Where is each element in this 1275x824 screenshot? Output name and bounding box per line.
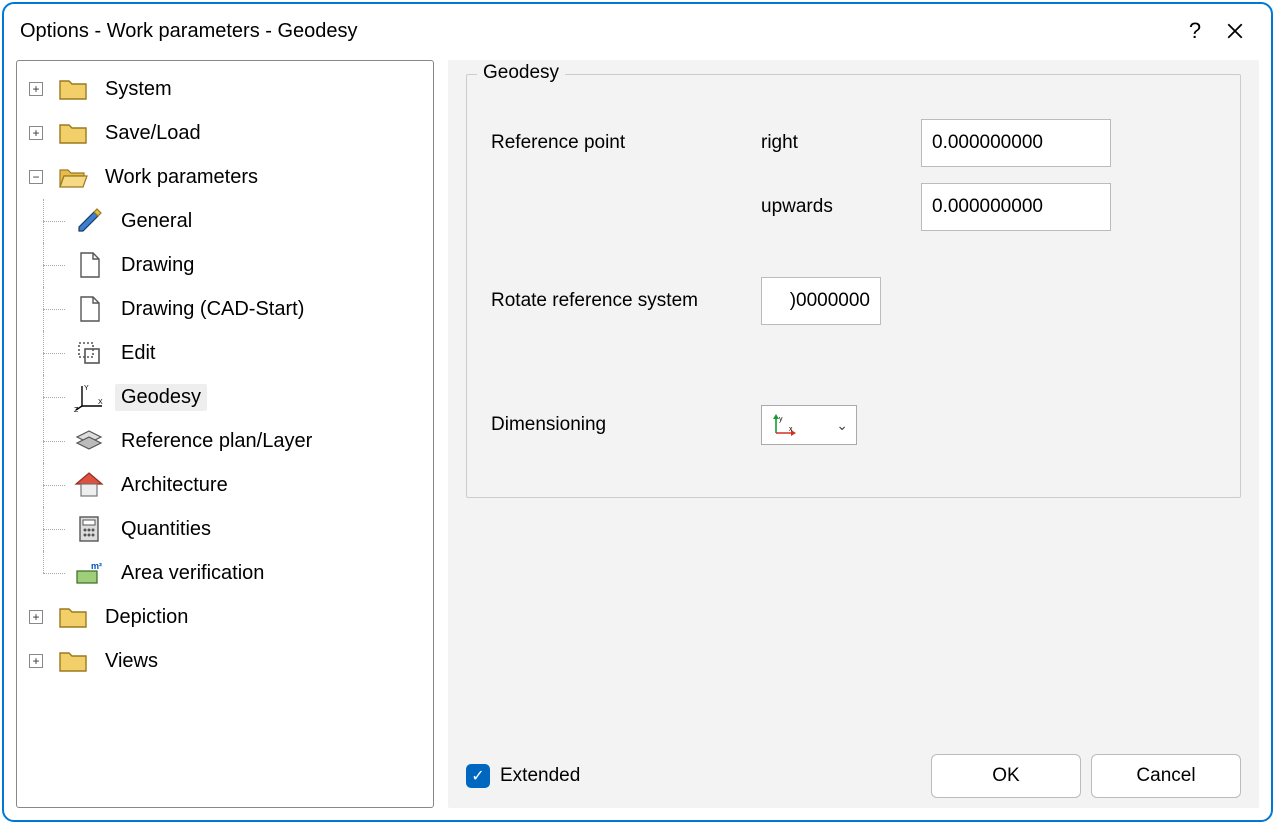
tree-item-views[interactable]: + Views — [21, 639, 429, 683]
right-input[interactable] — [921, 119, 1111, 167]
layers-icon — [73, 425, 105, 457]
tree-item-drawing[interactable]: Drawing — [69, 243, 429, 287]
cancel-button[interactable]: Cancel — [1091, 754, 1241, 798]
dimensioning-dropdown[interactable]: y x ⌄ — [761, 405, 857, 445]
xy-axis-icon: y x — [770, 413, 798, 437]
ok-button[interactable]: OK — [931, 754, 1081, 798]
tree-item-workparams[interactable]: − Work parameters — [21, 155, 429, 199]
reference-point-label: Reference point — [491, 132, 751, 154]
tree-item-geodesy[interactable]: Y X Z Geodesy — [69, 375, 429, 419]
folder-icon — [57, 601, 89, 633]
folder-icon — [57, 117, 89, 149]
help-button[interactable]: ? — [1175, 11, 1215, 51]
edit-icon — [73, 337, 105, 369]
tree-item-saveload[interactable]: + Save/Load — [21, 111, 429, 155]
expand-icon[interactable]: + — [29, 610, 43, 624]
geodesy-group: Geodesy Reference point right upwards Ro… — [466, 74, 1241, 498]
expand-icon[interactable]: + — [29, 126, 43, 140]
tree-item-areaverif[interactable]: m² Area verification — [69, 551, 429, 595]
tree-item-general[interactable]: General — [69, 199, 429, 243]
group-title: Geodesy — [477, 62, 565, 84]
tree-item-system[interactable]: + System — [21, 67, 429, 111]
folder-icon — [57, 73, 89, 105]
tree-item-quantities[interactable]: Quantities — [69, 507, 429, 551]
tree-item-edit[interactable]: Edit — [69, 331, 429, 375]
svg-text:X: X — [98, 399, 103, 406]
right-label: right — [761, 132, 911, 154]
axis-icon: Y X Z — [73, 381, 105, 413]
chevron-down-icon: ⌄ — [836, 417, 848, 434]
titlebar: Options - Work parameters - Geodesy ? — [4, 4, 1271, 50]
folder-open-icon — [57, 161, 89, 193]
nav-tree: + System + Save/Load — [16, 60, 434, 808]
svg-text:Y: Y — [84, 385, 89, 392]
tree-item-refplan[interactable]: Reference plan/Layer — [69, 419, 429, 463]
svg-text:y: y — [779, 416, 783, 423]
document-icon — [73, 249, 105, 281]
dialog-footer: ✓ Extended OK Cancel — [466, 754, 1241, 798]
svg-text:x: x — [789, 426, 793, 433]
collapse-icon[interactable]: − — [29, 170, 43, 184]
content-panel: Geodesy Reference point right upwards Ro… — [448, 60, 1259, 808]
svg-text:m²: m² — [91, 561, 102, 571]
extended-label: Extended — [500, 765, 580, 787]
pencil-icon — [73, 205, 105, 237]
upwards-label: upwards — [761, 196, 911, 218]
options-dialog: Options - Work parameters - Geodesy ? + … — [2, 2, 1273, 822]
tree-item-drawing-cad[interactable]: Drawing (CAD-Start) — [69, 287, 429, 331]
document-icon — [73, 293, 105, 325]
close-icon — [1226, 22, 1244, 40]
rotate-input[interactable] — [761, 277, 881, 325]
extended-checkbox[interactable]: ✓ — [466, 764, 490, 788]
tree-item-architecture[interactable]: Architecture — [69, 463, 429, 507]
rotate-label: Rotate reference system — [491, 290, 751, 312]
upwards-input[interactable] — [921, 183, 1111, 231]
folder-icon — [57, 645, 89, 677]
tree-item-depiction[interactable]: + Depiction — [21, 595, 429, 639]
expand-icon[interactable]: + — [29, 82, 43, 96]
calculator-icon — [73, 513, 105, 545]
close-button[interactable] — [1215, 11, 1255, 51]
dimensioning-label: Dimensioning — [491, 414, 751, 436]
house-icon — [73, 469, 105, 501]
dialog-title: Options - Work parameters - Geodesy — [20, 20, 1175, 43]
expand-icon[interactable]: + — [29, 654, 43, 668]
svg-text:Z: Z — [74, 407, 79, 413]
area-icon: m² — [73, 557, 105, 589]
